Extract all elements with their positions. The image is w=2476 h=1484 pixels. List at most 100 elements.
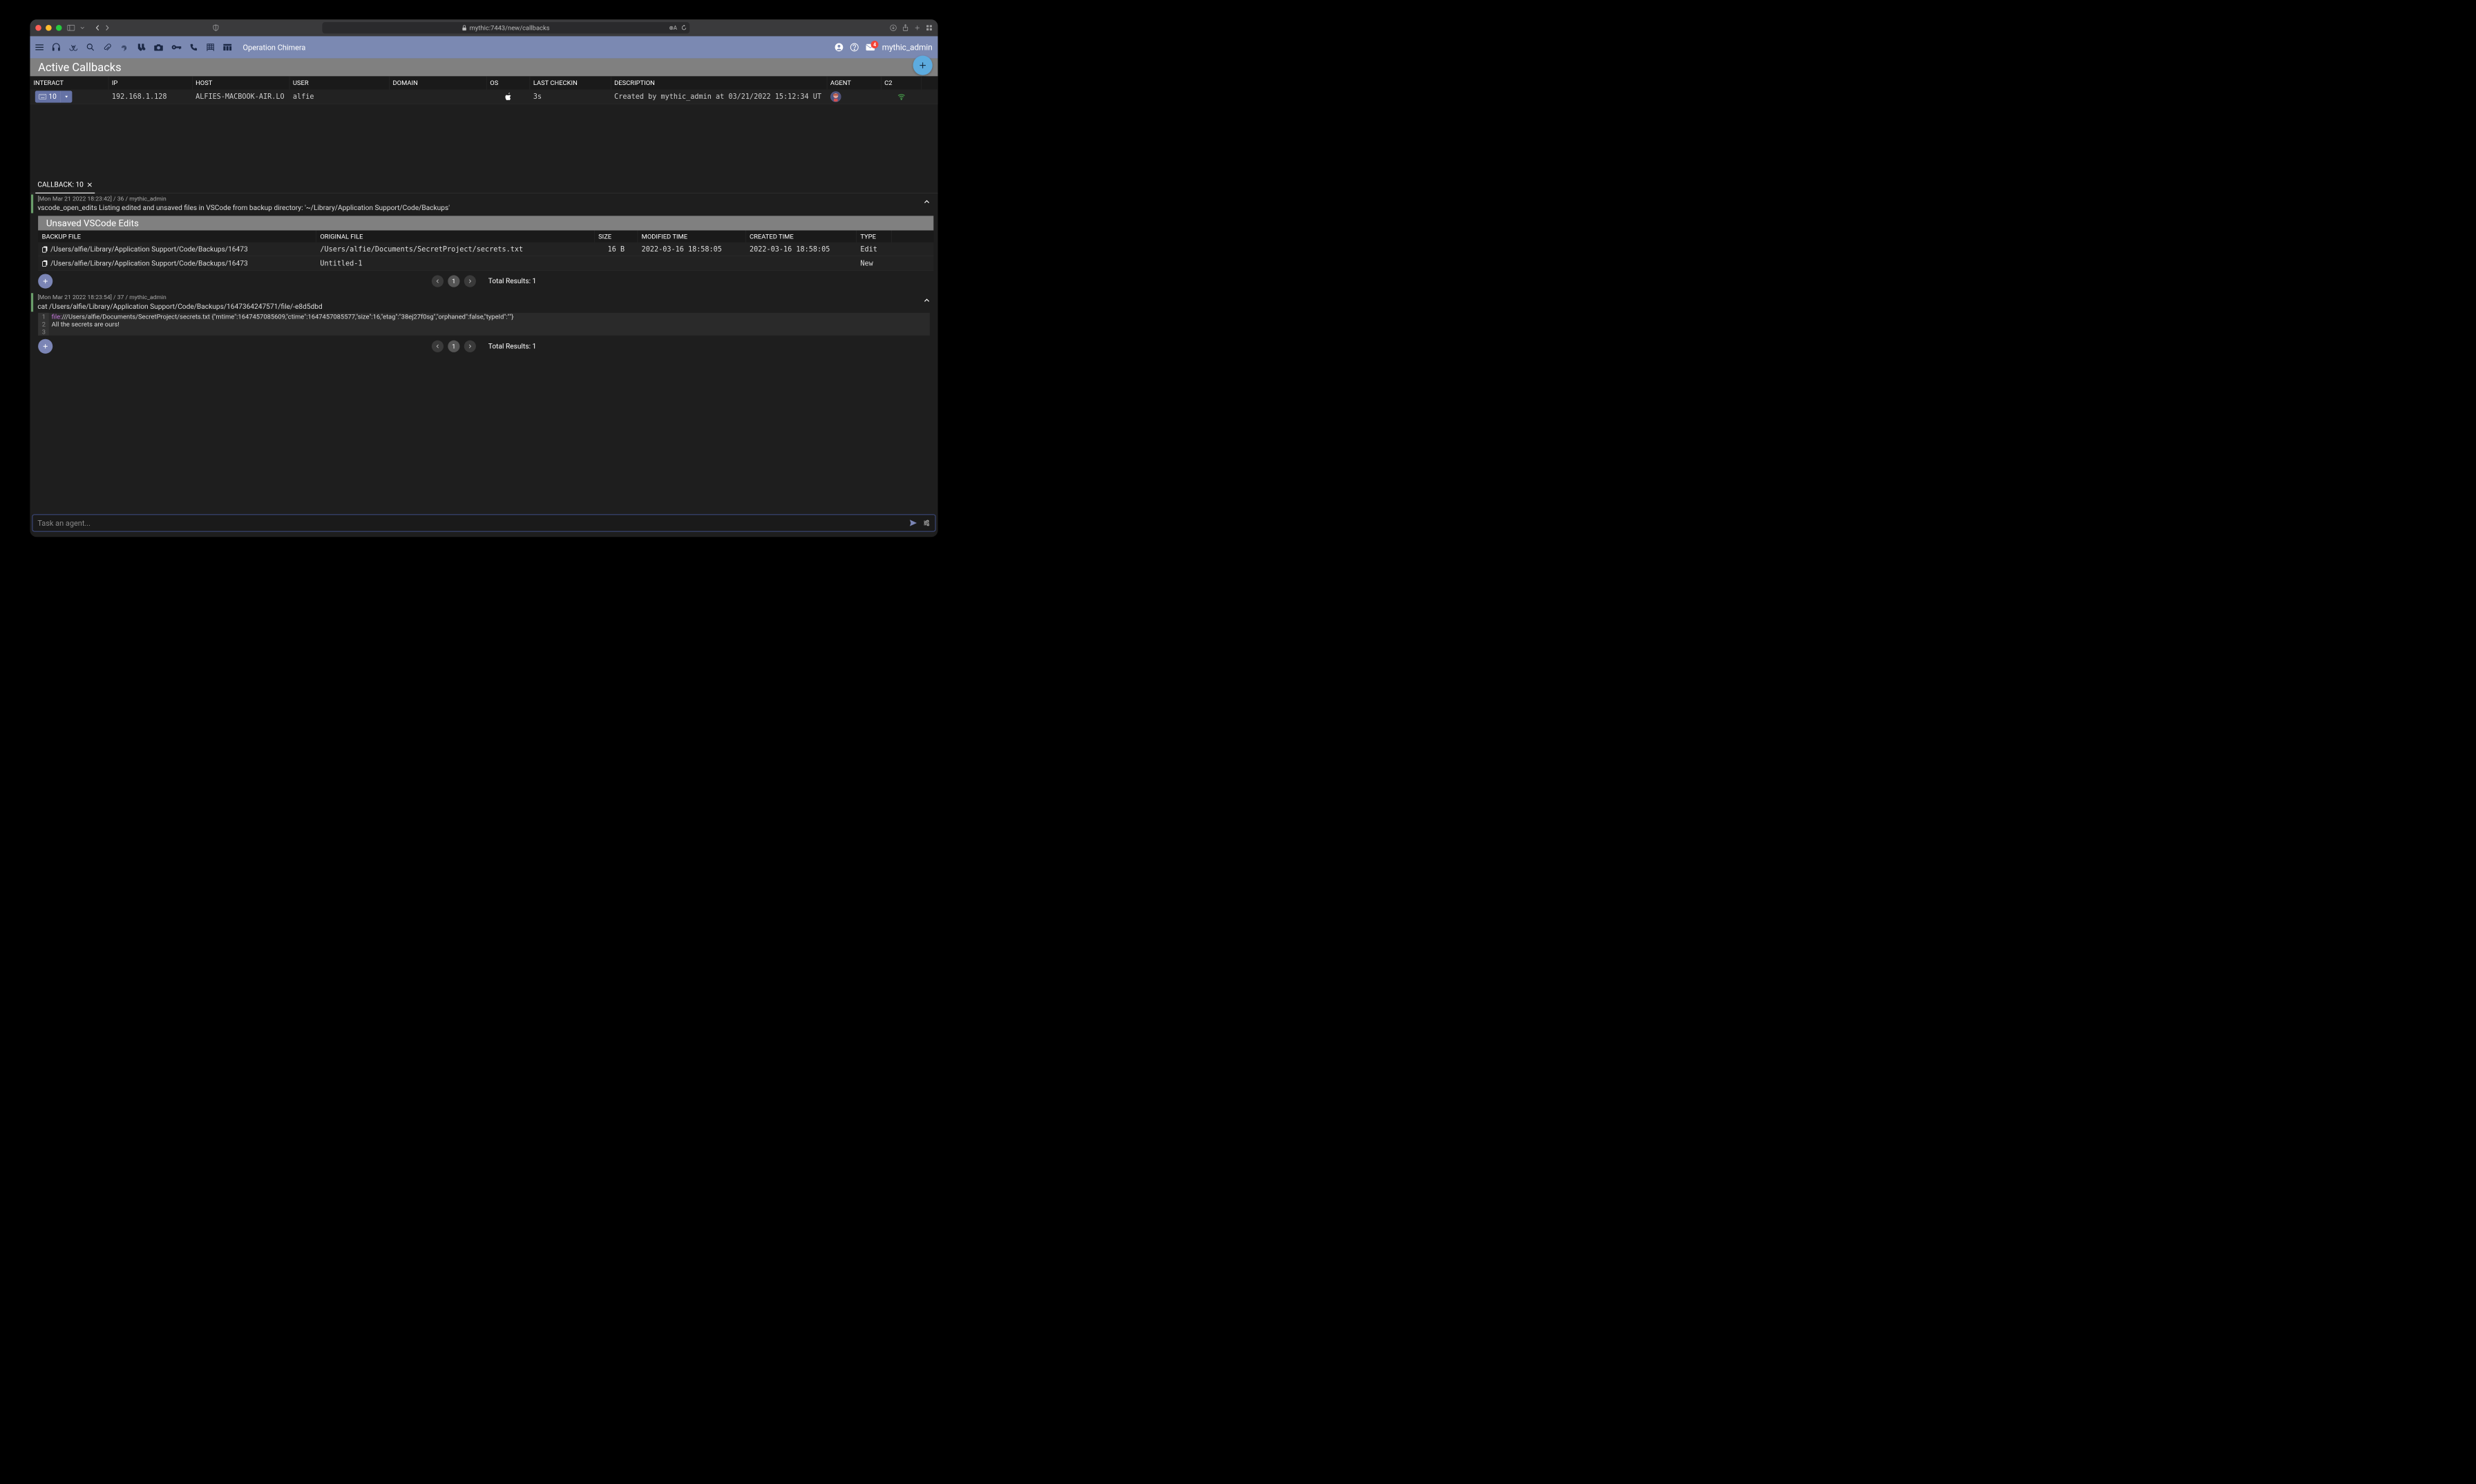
download-icon[interactable] bbox=[890, 24, 897, 32]
page-next-button[interactable] bbox=[464, 341, 476, 352]
biohazard-icon[interactable] bbox=[69, 43, 78, 52]
mail-icon[interactable]: 4 bbox=[866, 44, 875, 51]
add-task-button[interactable] bbox=[38, 339, 53, 354]
tune-icon[interactable] bbox=[923, 520, 931, 527]
maximize-window-icon[interactable] bbox=[56, 25, 62, 31]
current-user[interactable]: mythic_admin bbox=[882, 43, 933, 53]
collapse-icon[interactable] bbox=[924, 298, 930, 302]
agent-avatar-icon[interactable] bbox=[830, 91, 841, 102]
code-text: ///Users/alfie/Documents/SecretProject/s… bbox=[61, 313, 513, 321]
table-row: /Users/alfie/Library/Application Support… bbox=[38, 242, 933, 256]
cell-created: 2022-03-16 18:58:05 bbox=[746, 245, 857, 254]
fingerprint-icon[interactable] bbox=[120, 43, 128, 52]
shield-icon[interactable] bbox=[212, 24, 219, 31]
pager: 1 Total Results: 1 bbox=[38, 336, 930, 357]
code-text bbox=[49, 328, 53, 336]
send-icon[interactable] bbox=[909, 520, 917, 527]
wifi-icon bbox=[897, 93, 906, 99]
help-icon[interactable] bbox=[850, 43, 859, 52]
close-tab-icon[interactable] bbox=[87, 182, 93, 188]
task-input[interactable] bbox=[37, 519, 909, 528]
back-icon[interactable] bbox=[95, 25, 99, 31]
total-results: Total Results: 1 bbox=[488, 277, 536, 285]
callbacks-table: INTERACT IP HOST USER DOMAIN OS LAST CHE… bbox=[30, 76, 937, 104]
table-row: 10 192.168.1.128 ALFIES-MACBOOK-AIR.LO a… bbox=[30, 89, 937, 104]
sidebar-toggle-icon[interactable] bbox=[67, 25, 75, 31]
forward-icon[interactable] bbox=[105, 25, 109, 31]
th-modified-time: MODIFIED TIME bbox=[638, 231, 745, 242]
notification-badge: 4 bbox=[871, 41, 879, 48]
cell-host: ALFIES-MACBOOK-AIR.LO bbox=[192, 93, 289, 101]
mitre-icon[interactable] bbox=[223, 44, 232, 51]
table-header-row: INTERACT IP HOST USER DOMAIN OS LAST CHE… bbox=[30, 77, 937, 90]
callback-tabs: CALLBACK: 10 bbox=[30, 177, 937, 193]
minimize-window-icon[interactable] bbox=[46, 25, 52, 31]
th-size: SIZE bbox=[595, 231, 638, 242]
search-icon[interactable] bbox=[86, 43, 95, 52]
command-bar bbox=[32, 514, 936, 531]
tabs-icon[interactable] bbox=[926, 24, 932, 32]
task-block: [Mon Mar 21 2022 18:23:42] / 36 / mythic… bbox=[30, 193, 937, 292]
edits-header-row: BACKUP FILE ORIGINAL FILE SIZE MODIFIED … bbox=[38, 231, 933, 242]
add-callback-button[interactable] bbox=[913, 56, 933, 75]
socks-icon[interactable] bbox=[136, 43, 145, 52]
reload-icon[interactable] bbox=[681, 25, 687, 31]
task-meta: [Mon Mar 21 2022 18:23:54] / 37 / mythic… bbox=[37, 294, 937, 301]
section-header: Active Callbacks bbox=[30, 58, 937, 76]
task-meta: [Mon Mar 21 2022 18:23:42] / 36 / mythic… bbox=[37, 196, 937, 202]
translate-icon[interactable]: ⊕A bbox=[669, 25, 677, 31]
operation-name[interactable]: Operation Chimera bbox=[243, 43, 306, 52]
flag-icon[interactable] bbox=[206, 43, 215, 52]
th-host: HOST bbox=[192, 77, 289, 90]
line-number: 2 bbox=[38, 321, 49, 328]
titlebar: mythic:7443/new/callbacks ⊕A bbox=[30, 19, 937, 36]
page-title: Active Callbacks bbox=[38, 61, 121, 74]
interact-dropdown[interactable] bbox=[60, 91, 72, 102]
interact-button[interactable]: 10 bbox=[35, 91, 73, 102]
th-c2: C2 bbox=[881, 77, 922, 90]
cell-size: 16 B bbox=[595, 245, 638, 254]
cell-agent bbox=[827, 91, 881, 102]
cell-checkin: 3s bbox=[530, 93, 611, 101]
add-task-button[interactable] bbox=[38, 274, 53, 288]
new-tab-icon[interactable] bbox=[914, 24, 920, 32]
task-header[interactable]: [Mon Mar 21 2022 18:23:54] / 37 / mythic… bbox=[31, 293, 938, 312]
close-window-icon[interactable] bbox=[35, 25, 41, 31]
pager: 1 Total Results: 1 bbox=[38, 270, 930, 292]
page-number-button[interactable]: 1 bbox=[448, 341, 459, 352]
key-icon[interactable] bbox=[171, 44, 181, 50]
collapse-icon[interactable] bbox=[924, 200, 930, 203]
url-bar[interactable]: mythic:7443/new/callbacks ⊕A bbox=[322, 22, 689, 33]
tab-callback[interactable]: CALLBACK: 10 bbox=[35, 177, 95, 193]
user-icon[interactable] bbox=[835, 43, 844, 52]
callback-id: 10 bbox=[48, 93, 56, 101]
page-prev-button[interactable] bbox=[432, 341, 444, 352]
page-prev-button[interactable] bbox=[432, 275, 444, 287]
page-number-button[interactable]: 1 bbox=[448, 275, 459, 287]
cell-modified: 2022-03-16 18:58:05 bbox=[638, 245, 745, 254]
line-number: 1 bbox=[38, 313, 49, 321]
vscode-edits-panel: Unsaved VSCode Edits BACKUP FILE ORIGINA… bbox=[38, 216, 933, 270]
hamburger-icon[interactable] bbox=[35, 44, 44, 50]
cat-output: 1file:///Users/alfie/Documents/SecretPro… bbox=[38, 313, 930, 336]
task-cmd: vscode_open_edits Listing edited and uns… bbox=[37, 204, 937, 212]
headphones-icon[interactable] bbox=[52, 43, 61, 52]
copy-icon[interactable] bbox=[42, 260, 48, 267]
copy-icon[interactable] bbox=[42, 246, 48, 253]
apple-icon bbox=[505, 93, 512, 101]
table-row: /Users/alfie/Library/Application Support… bbox=[38, 256, 933, 270]
paperclip-icon[interactable] bbox=[103, 43, 112, 52]
cell-original-file: Untitled-1 bbox=[316, 259, 595, 267]
page-next-button[interactable] bbox=[464, 275, 476, 287]
line-number: 3 bbox=[38, 328, 49, 336]
th-os: OS bbox=[487, 77, 531, 90]
th-agent: AGENT bbox=[827, 77, 881, 90]
chevron-down-icon[interactable] bbox=[80, 26, 84, 29]
share-icon[interactable] bbox=[902, 24, 908, 32]
task-header[interactable]: [Mon Mar 21 2022 18:23:42] / 36 / mythic… bbox=[31, 195, 938, 213]
code-text: All the secrets are ours! bbox=[49, 321, 120, 328]
task-cmd: cat /Users/alfie/Library/Application Sup… bbox=[37, 303, 937, 311]
camera-icon[interactable] bbox=[153, 44, 163, 52]
panel-header: Unsaved VSCode Edits bbox=[38, 216, 933, 230]
phone-icon[interactable] bbox=[189, 43, 198, 52]
